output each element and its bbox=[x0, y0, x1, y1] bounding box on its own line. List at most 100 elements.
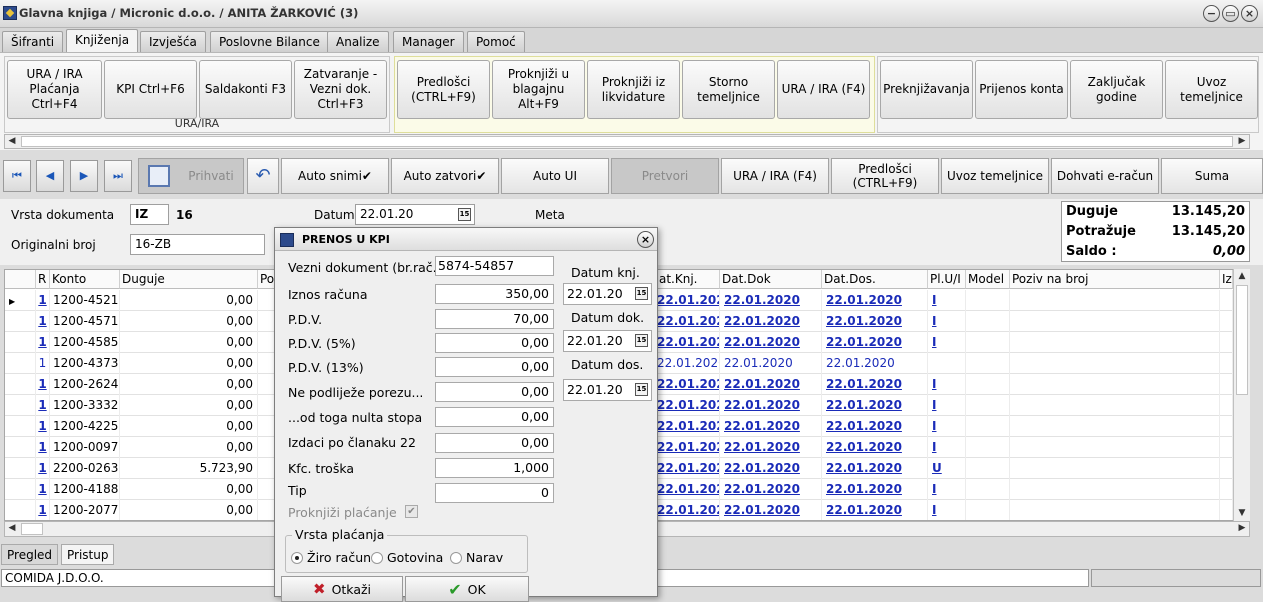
auto-snimi-button[interactable]: Auto snimi✔ bbox=[281, 158, 389, 194]
cell-poziv[interactable] bbox=[1010, 479, 1220, 500]
cell-model[interactable] bbox=[966, 311, 1010, 332]
cell-datdos[interactable]: 22.01.2020 bbox=[822, 311, 928, 332]
last-record-icon[interactable]: ⏭ bbox=[104, 160, 132, 192]
cell-plui[interactable]: I bbox=[928, 416, 966, 437]
ziro-racun-radio[interactable] bbox=[291, 552, 303, 564]
cell-plui[interactable]: I bbox=[928, 290, 966, 311]
row-indicator[interactable] bbox=[5, 353, 36, 374]
cell-datknj[interactable]: 22.01.2020 bbox=[657, 332, 720, 353]
proknjizi-likvidature-button[interactable]: Proknjiži iz likvidature bbox=[587, 60, 680, 119]
cell-model[interactable] bbox=[966, 332, 1010, 353]
cell-datdos[interactable]: 22.01.2020 bbox=[822, 290, 928, 311]
row-indicator[interactable] bbox=[5, 458, 36, 479]
cell-plui[interactable]: I bbox=[928, 311, 966, 332]
cell-datdok[interactable]: 22.01.2020 bbox=[720, 332, 822, 353]
cell-poziv[interactable] bbox=[1010, 416, 1220, 437]
datum-dok-field[interactable]: 22.01.20 15 bbox=[563, 330, 652, 352]
col-header-r[interactable]: R bbox=[36, 270, 50, 289]
cell-model[interactable] bbox=[966, 500, 1010, 520]
cell-konto[interactable]: 1200-0097 bbox=[50, 437, 120, 458]
row-indicator[interactable]: ▶ bbox=[5, 290, 36, 311]
cell-datknj[interactable]: 22.01.2020 bbox=[657, 479, 720, 500]
datum-dos-field[interactable]: 22.01.20 15 bbox=[563, 379, 652, 401]
pdv5-input[interactable]: 0,00 bbox=[435, 333, 554, 353]
calendar-icon[interactable]: 15 bbox=[635, 287, 648, 300]
first-record-icon[interactable]: ⏮ bbox=[3, 160, 31, 192]
calendar-icon[interactable]: 15 bbox=[635, 334, 648, 347]
minimize-icon[interactable]: − bbox=[1203, 5, 1220, 22]
calendar-icon[interactable]: 15 bbox=[458, 208, 471, 221]
cell-datdok[interactable]: 22.01.2020 bbox=[720, 479, 822, 500]
cell-datknj[interactable]: 22.01.2020 bbox=[657, 311, 720, 332]
preknjizavanja-button[interactable]: Preknjižavanja bbox=[880, 60, 973, 119]
narav-radio[interactable] bbox=[450, 552, 462, 564]
cell-duguje[interactable]: 0,00 bbox=[120, 311, 258, 332]
col-header-poziv[interactable]: Poziv na broj bbox=[1010, 270, 1220, 289]
cell-duguje[interactable]: 0,00 bbox=[120, 290, 258, 311]
cell-datdos[interactable]: 22.01.2020 bbox=[822, 374, 928, 395]
cell-datdok[interactable]: 22.01.2020 bbox=[720, 374, 822, 395]
zakljucak-godine-button[interactable]: Zaključak godine bbox=[1070, 60, 1163, 119]
horizontal-scroll-thumb[interactable] bbox=[21, 523, 43, 535]
cell-duguje[interactable]: 0,00 bbox=[120, 374, 258, 395]
scroll-thumb[interactable] bbox=[21, 136, 1233, 147]
cell-duguje[interactable]: 0,00 bbox=[120, 479, 258, 500]
tab-manager[interactable]: Manager bbox=[393, 31, 464, 52]
prev-record-icon[interactable]: ◀ bbox=[36, 160, 64, 192]
cell-plui[interactable]: I bbox=[928, 374, 966, 395]
cell-datdos[interactable]: 22.01.2020 bbox=[822, 500, 928, 520]
cell-plui[interactable] bbox=[928, 353, 966, 374]
tab-pristup[interactable]: Pristup bbox=[61, 544, 115, 565]
cell-datknj[interactable]: 22.01.2020 bbox=[657, 395, 720, 416]
cell-datdok[interactable]: 22.01.2020 bbox=[720, 437, 822, 458]
datum-field[interactable]: 22.01.20 15 bbox=[355, 204, 475, 225]
cell-konto[interactable]: 1200-4225 bbox=[50, 416, 120, 437]
calendar-icon[interactable]: 15 bbox=[635, 383, 648, 396]
cell-duguje[interactable]: 0,00 bbox=[120, 332, 258, 353]
pdv13-input[interactable]: 0,00 bbox=[435, 357, 554, 377]
cell-extra[interactable] bbox=[1220, 500, 1233, 520]
cell-datknj[interactable]: 22.01.2020 bbox=[657, 416, 720, 437]
suma-button[interactable]: Suma bbox=[1161, 158, 1263, 194]
grid-scroll-right-icon[interactable]: ▶ bbox=[1235, 522, 1249, 535]
cell-datdos[interactable]: 22.01.2020 bbox=[822, 437, 928, 458]
cell-duguje[interactable]: 0,00 bbox=[120, 395, 258, 416]
grid-scroll-left-icon[interactable]: ◀ bbox=[5, 522, 19, 535]
kpi-button[interactable]: KPI Ctrl+F6 bbox=[104, 60, 197, 119]
ribbon-scrollbar[interactable]: ◀ ▶ bbox=[4, 134, 1250, 149]
cell-datdok[interactable]: 22.01.2020 bbox=[720, 290, 822, 311]
ok-button[interactable]: ✔ OK bbox=[405, 576, 529, 602]
cell-plui[interactable]: I bbox=[928, 332, 966, 353]
cell-datdok[interactable]: 22.01.2020 bbox=[720, 353, 822, 374]
col-header-datdos[interactable]: Dat.Dos. bbox=[822, 270, 928, 289]
scroll-down-icon[interactable]: ▼ bbox=[1235, 507, 1249, 520]
cell-datknj[interactable]: 22.01.2020 bbox=[657, 437, 720, 458]
cell-konto[interactable]: 1200-4188 bbox=[50, 479, 120, 500]
next-record-icon[interactable]: ▶ bbox=[70, 160, 98, 192]
row-indicator[interactable] bbox=[5, 374, 36, 395]
originalni-broj-field[interactable]: 16-ZB bbox=[130, 234, 265, 255]
storno-temeljnice-button[interactable]: Storno temeljnice bbox=[682, 60, 775, 119]
cell-datknj[interactable]: 22.01.2020 bbox=[657, 353, 720, 374]
predlosci-button[interactable]: Predlošci (CTRL+F9) bbox=[397, 60, 490, 119]
ne-podlijeze-input[interactable]: 0,00 bbox=[435, 382, 554, 402]
col-header-model[interactable]: Model bbox=[966, 270, 1010, 289]
row-indicator[interactable] bbox=[5, 332, 36, 353]
grid-vertical-scrollbar[interactable]: ▲ ▼ bbox=[1233, 269, 1250, 521]
row-indicator[interactable] bbox=[5, 416, 36, 437]
restore-icon[interactable]: ▭ bbox=[1222, 5, 1239, 22]
cell-datdok[interactable]: 22.01.2020 bbox=[720, 458, 822, 479]
cell-plui[interactable]: I bbox=[928, 479, 966, 500]
col-header-datdok[interactable]: Dat.Dok bbox=[720, 270, 822, 289]
scroll-right-icon[interactable]: ▶ bbox=[1235, 135, 1249, 148]
pdv-input[interactable]: 70,00 bbox=[435, 309, 554, 329]
cell-extra[interactable] bbox=[1220, 374, 1233, 395]
cell-model[interactable] bbox=[966, 479, 1010, 500]
cell-datknj[interactable]: 22.01.2020 bbox=[657, 290, 720, 311]
row-indicator[interactable] bbox=[5, 395, 36, 416]
cell-extra[interactable] bbox=[1220, 416, 1233, 437]
cell-poziv[interactable] bbox=[1010, 500, 1220, 520]
row-indicator[interactable] bbox=[5, 437, 36, 458]
datum-knj-field[interactable]: 22.01.20 15 bbox=[563, 283, 652, 305]
tab-poslovne-bilance[interactable]: Poslovne Bilance bbox=[210, 31, 329, 52]
